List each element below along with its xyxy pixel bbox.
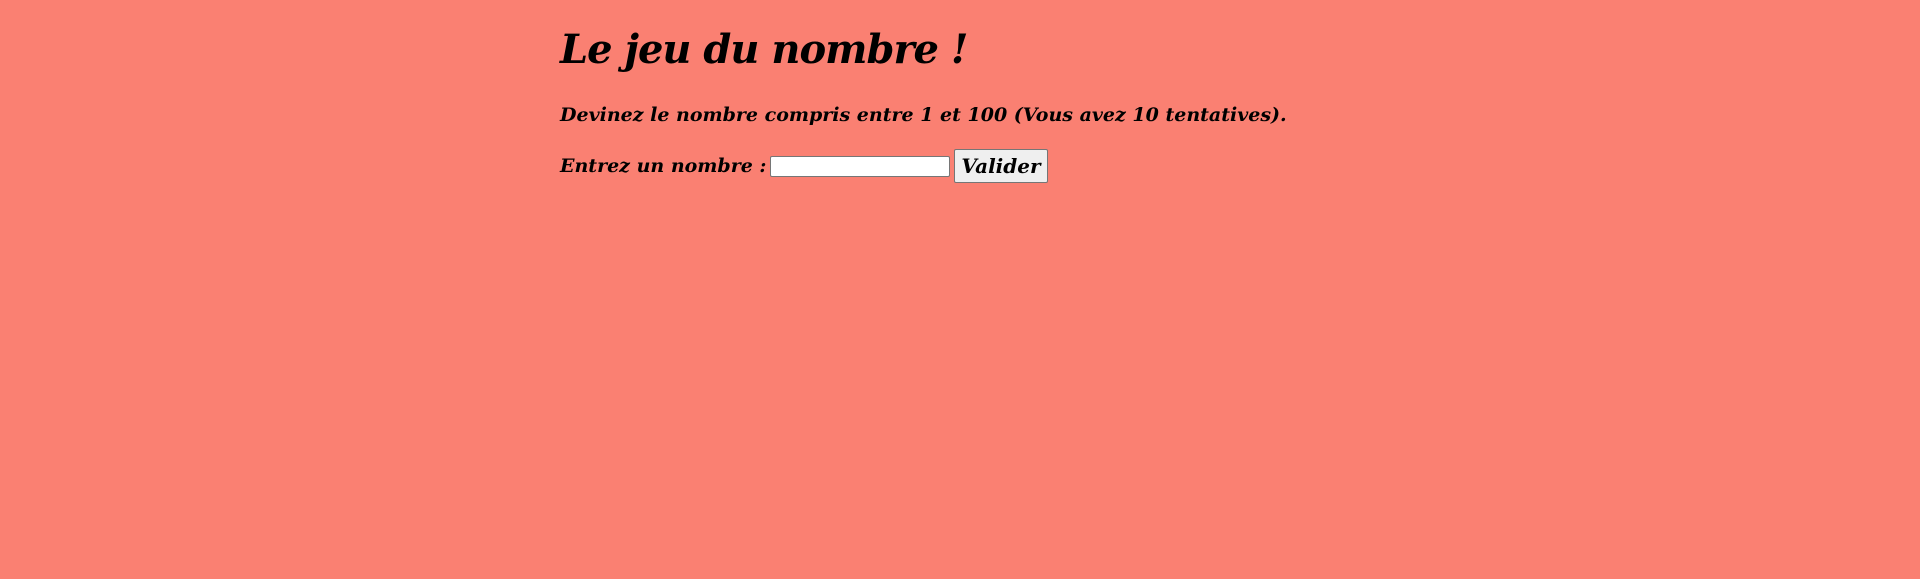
guess-label: Entrez un nombre : [560, 155, 767, 177]
page-title: Le jeu du nombre ! [560, 26, 968, 73]
guess-form: Entrez un nombre : Valider [560, 149, 1048, 183]
guess-input[interactable] [770, 155, 951, 177]
instructions-text: Devinez le nombre compris entre 1 et 100… [560, 104, 1287, 126]
submit-button[interactable]: Valider [954, 149, 1048, 183]
